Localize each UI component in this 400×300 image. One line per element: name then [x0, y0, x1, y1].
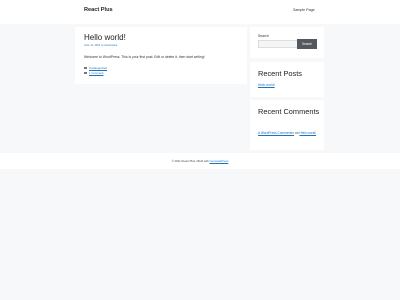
recent-post-link[interactable]: Hello world! [258, 83, 275, 87]
site-footer: © 2021 React Plus • Built with GenerateP… [0, 153, 400, 169]
post-excerpt: Welcome to WordPress. This is your first… [84, 55, 205, 59]
post-date[interactable]: June 11, 2021 [84, 44, 100, 47]
comment-on-text: on [294, 131, 299, 135]
site-title[interactable]: React Plus [84, 7, 113, 13]
recent-comments-widget: Recent Comments A WordPress Commenter on… [250, 100, 324, 150]
comment-post-link[interactable]: Hello world! [299, 131, 316, 135]
search-label: Search [258, 34, 269, 38]
post-comments-label[interactable]: 1 Comment [89, 71, 103, 75]
footer-copyright: © 2021 React Plus • Built with [171, 159, 209, 163]
search-input[interactable] [258, 40, 298, 48]
post-category[interactable]: Uncategorized [84, 66, 107, 70]
commenter-link[interactable]: A WordPress Commenter [258, 131, 294, 135]
folder-icon [84, 67, 87, 70]
recent-comments-title: Recent Comments [258, 107, 320, 116]
footer-theme-link[interactable]: GeneratePress [210, 159, 229, 163]
post-category-label[interactable]: Uncategorized [89, 66, 107, 70]
post-author[interactable]: beoneshoe [104, 44, 117, 47]
recent-posts-widget: Recent Posts Hello world! [250, 62, 324, 97]
site-header: React Plus Sample Page [0, 0, 400, 24]
comment-icon [84, 71, 87, 74]
post-card: Hello world! June 11, 2021 by beoneshoe … [75, 27, 247, 84]
post-comments[interactable]: 1 Comment [84, 71, 103, 75]
recent-comment-item: A WordPress Commenter on Hello world! [258, 131, 318, 136]
nav-item-sample-page[interactable]: Sample Page [293, 8, 315, 12]
post-meta: June 11, 2021 by beoneshoe [84, 44, 117, 47]
recent-posts-title: Recent Posts [258, 69, 302, 78]
search-button[interactable]: Search [297, 39, 317, 49]
post-title[interactable]: Hello world! [84, 33, 126, 42]
